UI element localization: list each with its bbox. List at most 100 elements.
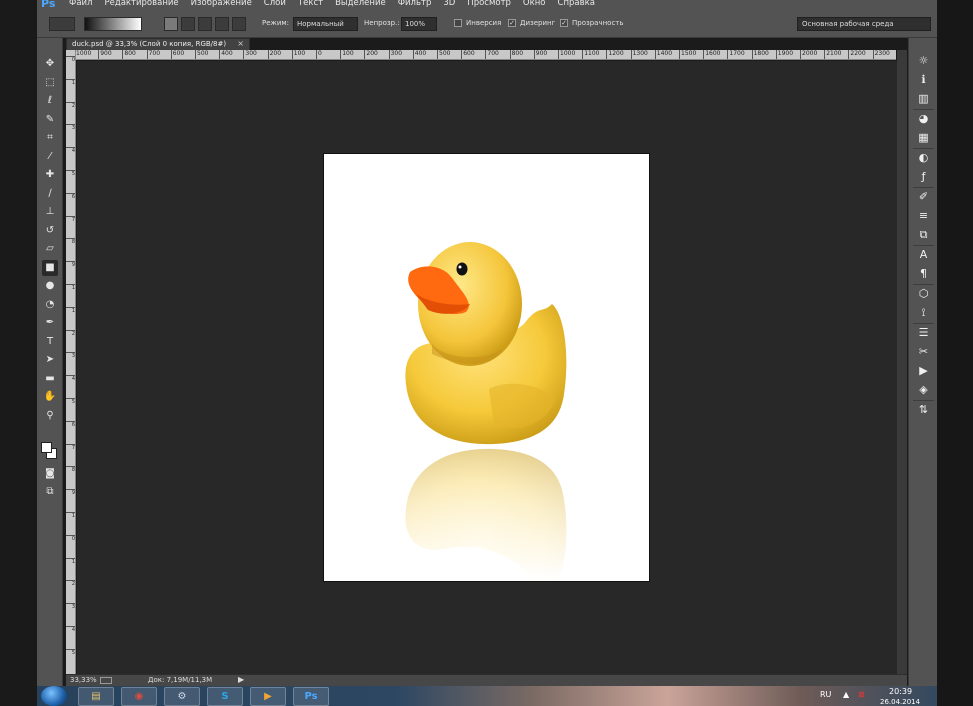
shape-tool[interactable]: ▬	[42, 371, 58, 387]
mode-select[interactable]: Нормальный	[293, 17, 358, 31]
menu-item[interactable]: Текст	[298, 0, 323, 8]
language-indicator[interactable]: RU	[820, 690, 831, 699]
clock-time[interactable]: 20:39	[889, 687, 912, 696]
pen-tool[interactable]: ✒	[42, 315, 58, 331]
transparency-checkbox[interactable]: ✓	[560, 19, 568, 27]
ruler-tick-label: 3	[66, 603, 75, 610]
chrome-task[interactable]: ◉	[121, 687, 157, 706]
color-panel-icon[interactable]: ◕	[915, 111, 932, 127]
document-tab[interactable]: duck.psd @ 33,3% (Слой 0 копия, RGB/8#) …	[66, 38, 250, 50]
ruler-tick-label: 2	[66, 329, 75, 337]
path-select-tool[interactable]: ➤	[42, 352, 58, 368]
type-tool[interactable]: T	[42, 334, 58, 350]
mode-label: Режим:	[262, 19, 290, 27]
crop-tool[interactable]: ⌗	[42, 130, 58, 146]
marquee-tool[interactable]: ⬚	[42, 75, 58, 91]
menu-item[interactable]: Справка	[558, 0, 595, 8]
linear-gradient-button[interactable]	[164, 17, 178, 31]
tray-up-icon[interactable]: ▲	[843, 690, 849, 699]
blur-tool[interactable]: ●	[42, 278, 58, 294]
clone-source-panel-icon[interactable]: ⧉	[915, 227, 932, 243]
brush-panel-icon[interactable]: ✐	[915, 189, 932, 205]
info-panel-icon[interactable]: ℹ	[915, 72, 932, 88]
explorer-task[interactable]: ▤	[78, 687, 114, 706]
angle-gradient-button[interactable]	[198, 17, 212, 31]
dither-checkbox[interactable]: ✓	[508, 19, 516, 27]
menu-item[interactable]: Файл	[69, 0, 92, 8]
foreground-color-swatch[interactable]	[41, 442, 52, 453]
vertical-scrollbar[interactable]	[897, 50, 907, 674]
quick-select-tool[interactable]: ✎	[42, 112, 58, 128]
clock-date[interactable]: 26.04.2014	[880, 698, 920, 706]
gradient-tool[interactable]: ■	[42, 259, 58, 276]
menu-item[interactable]: Фильтр	[398, 0, 432, 8]
menu-item[interactable]: Окно	[523, 0, 546, 8]
paragraph-panel-icon[interactable]: ¶	[915, 266, 932, 282]
histogram-panel-icon[interactable]: ▥	[915, 91, 932, 107]
reflected-gradient-button[interactable]	[215, 17, 229, 31]
styles-panel-icon[interactable]: ƒ	[915, 169, 932, 185]
ruler-tick-label: 500	[195, 50, 208, 59]
ruler-tick-label: 800	[509, 50, 523, 59]
vertical-ruler[interactable]: 012345678911234567891012345	[66, 50, 76, 674]
swatches-panel-icon[interactable]: ▦	[915, 130, 932, 146]
settings-panel-icon[interactable]: ☼	[915, 53, 932, 69]
ruler-tick-label: 5	[66, 648, 75, 656]
menu-item[interactable]: 3D	[443, 0, 455, 8]
menu-item[interactable]: Изображение	[191, 0, 252, 8]
photoshop-task[interactable]: Ps	[293, 687, 329, 706]
start-button[interactable]	[41, 686, 67, 706]
tool-presets-panel-icon[interactable]: ✂	[915, 344, 932, 360]
ruler-tick-label: 2200	[848, 50, 866, 59]
media-player-task[interactable]: ▶	[250, 687, 286, 706]
opacity-field[interactable]: 100%	[401, 17, 437, 31]
paths-panel-icon[interactable]: ⟟	[915, 305, 932, 321]
hand-tool[interactable]: ✋	[42, 389, 58, 405]
ruler-tick-label: 1	[66, 284, 75, 291]
panel-group-separator	[913, 245, 934, 246]
channels-panel-icon[interactable]: ⇅	[915, 402, 932, 418]
history-brush-tool[interactable]: ↺	[42, 223, 58, 239]
lasso-tool[interactable]: ℓ	[42, 93, 58, 109]
move-tool[interactable]: ✥	[42, 56, 58, 72]
brush-tool[interactable]: ∕	[42, 186, 58, 202]
tool-preset-picker[interactable]	[49, 17, 75, 31]
status-menu-arrow[interactable]: ▶	[238, 675, 244, 684]
layers-panel-icon[interactable]: ◈	[915, 382, 932, 398]
stamp-tool[interactable]: ⊥	[42, 204, 58, 220]
healing-tool[interactable]: ✚	[42, 167, 58, 183]
screen-mode-icon[interactable]: ⧉	[42, 484, 58, 500]
eyedropper-tool[interactable]: ⁄	[42, 149, 58, 165]
brush-presets-panel-icon[interactable]: ≡	[915, 208, 932, 224]
ruler-tick-label: 7	[66, 215, 75, 223]
zoom-level[interactable]: 33,33%	[70, 676, 97, 684]
menu-item[interactable]: Слои	[264, 0, 286, 8]
dodge-tool[interactable]: ◔	[42, 297, 58, 313]
menu-item[interactable]: Редактирование	[104, 0, 178, 8]
radial-gradient-button[interactable]	[181, 17, 195, 31]
horizontal-ruler[interactable]: 1000 900 800 700 600 500 400 300 200 100 0 100 200 30…	[76, 50, 896, 60]
eraser-tool[interactable]: ▱	[42, 241, 58, 257]
close-icon[interactable]: ×	[237, 39, 244, 48]
adjustments-panel-icon[interactable]: ◐	[915, 150, 932, 166]
ruler-tick-label: 2	[66, 101, 75, 109]
ruler-tick-label: 3	[66, 352, 75, 359]
canvas-area[interactable]	[77, 61, 897, 674]
invert-checkbox[interactable]	[454, 19, 462, 27]
actions-panel-icon[interactable]: ▶	[915, 363, 932, 379]
quick-mask-icon[interactable]: ◙	[42, 466, 58, 482]
ruler-tick-label: 2100	[824, 50, 841, 59]
menu-item[interactable]: Просмотр	[467, 0, 511, 8]
layer-comps-panel-icon[interactable]: ☰	[915, 325, 932, 341]
3d-panel-icon[interactable]: ⬡	[915, 286, 932, 302]
workspace-select[interactable]: Основная рабочая среда	[797, 17, 931, 31]
document-canvas[interactable]	[324, 154, 649, 581]
diamond-gradient-button[interactable]	[232, 17, 246, 31]
menu-item[interactable]: Выделение	[335, 0, 386, 8]
gradient-picker[interactable]	[84, 17, 142, 31]
character-panel-icon[interactable]: A	[915, 247, 932, 263]
zoom-tool[interactable]: ⚲	[42, 408, 58, 424]
skype-task[interactable]: S	[207, 687, 243, 706]
network-icon[interactable]: ⊠	[858, 690, 865, 699]
steam-task[interactable]: ⚙	[164, 687, 200, 706]
